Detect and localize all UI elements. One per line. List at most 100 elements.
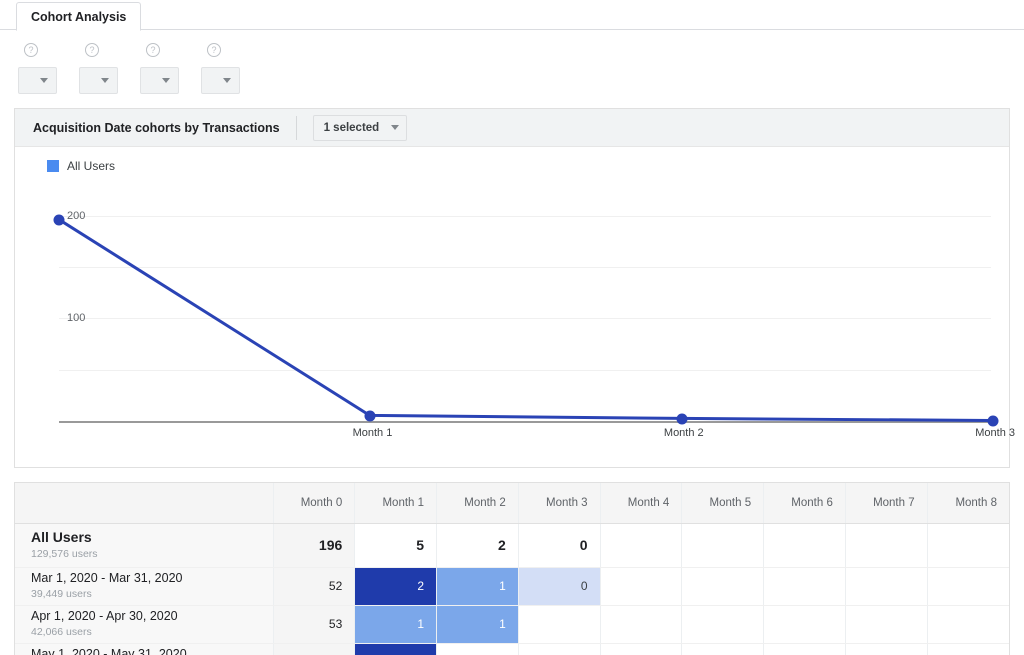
chart-data-point[interactable]	[676, 413, 688, 425]
cohort-value-cell: 2	[354, 643, 437, 655]
column-header-month-7[interactable]: Month 7	[844, 483, 928, 524]
chart-plot-area: 200 100 Month 1 Month 2 Month 3	[53, 183, 1015, 441]
cohort-value-cell	[599, 605, 682, 644]
control-date-range: ?	[201, 42, 240, 94]
dropdown-cohort-type[interactable]	[18, 67, 57, 94]
cohort-value-cell: 2	[354, 567, 437, 606]
cohort-value-cell	[681, 523, 764, 568]
cohort-value-cell	[926, 567, 1009, 606]
column-header-month-8[interactable]: Month 8	[926, 483, 1009, 524]
segment-selector-label: 1 selected	[323, 121, 380, 134]
table-row: May 1, 2020 - May 31, 202048,061 users91…	[15, 643, 1009, 655]
segment-selector[interactable]: 1 selected	[312, 114, 408, 141]
cohort-value-cell	[681, 605, 764, 644]
cohort-label-cell: All Users 129,576 users	[15, 523, 273, 568]
table-body: All Users 129,576 users 196 5 2 0 Mar 1, 2020 …	[15, 523, 1009, 655]
cohort-value-cell	[599, 567, 682, 606]
column-header-month-3[interactable]: Month 3	[517, 483, 601, 524]
cohort-user-count: 129,576 users	[31, 548, 98, 561]
cohort-value-cell: 0	[517, 523, 601, 568]
control-cohort-size: ?	[79, 42, 118, 94]
cohort-value-cell	[517, 643, 601, 655]
cohort-value-cell: 2	[436, 523, 519, 568]
cohort-value-cell	[681, 643, 764, 655]
cohort-value-cell: 196	[272, 523, 355, 568]
tab-bar: Cohort Analysis	[0, 0, 1024, 31]
cohort-user-count: 39,449 users	[31, 588, 92, 601]
cohort-name: May 1, 2020 - May 31, 2020	[31, 646, 187, 655]
help-icon[interactable]: ?	[85, 43, 99, 57]
x-axis-tick-label: Month 1	[352, 427, 393, 439]
chart-panel-header: Acquisition Date cohorts by Transactions…	[15, 109, 1009, 147]
column-header-month-6[interactable]: Month 6	[763, 483, 846, 524]
cohort-value-cell: 1	[436, 567, 519, 606]
cohort-value-cell	[436, 643, 519, 655]
x-axis-tick-label: Month 2	[663, 427, 704, 439]
cohort-value-cell	[599, 643, 682, 655]
control-metric: ?	[140, 42, 179, 94]
chart-title: Acquisition Date cohorts by Transactions	[33, 120, 280, 135]
legend-label-all-users: All Users	[67, 159, 116, 173]
tab-cohort-analysis[interactable]: Cohort Analysis	[16, 2, 142, 31]
help-icon[interactable]: ?	[24, 43, 38, 57]
cohort-value-cell	[844, 567, 928, 606]
dropdown-cohort-size[interactable]	[79, 67, 118, 94]
dropdown-date-range[interactable]	[201, 67, 240, 94]
chart-panel: Acquisition Date cohorts by Transactions…	[14, 108, 1015, 468]
tab-label: Cohort Analysis	[31, 9, 127, 24]
column-header-month-5[interactable]: Month 5	[681, 483, 764, 524]
cohort-name: Apr 1, 2020 - Apr 30, 2020	[31, 608, 178, 623]
x-axis-tick-label: Month 3	[975, 427, 1015, 439]
cohort-value-cell: 53	[272, 605, 355, 644]
divider	[295, 115, 297, 140]
table-row: Apr 1, 2020 - Apr 30, 2020 42,066 users 53…	[15, 605, 1009, 644]
cohort-label-cell: Mar 1, 2020 - Mar 31, 2020 39,449 users	[15, 567, 273, 606]
chart-line-all-users	[58, 218, 991, 422]
cohort-user-count: 42,066 users	[31, 626, 92, 639]
cohort-value-cell	[763, 605, 846, 644]
column-header-label[interactable]	[15, 483, 273, 524]
table-header-row: Month 0 Month 1 Month 2 Month 3 Month 4 Month…	[15, 483, 1009, 524]
cohort-value-cell: 52	[272, 567, 355, 606]
column-header-month-0[interactable]: Month 0	[272, 483, 355, 524]
legend-swatch-all-users	[47, 160, 59, 172]
cohort-value-cell	[763, 567, 846, 606]
cohort-value-cell	[681, 567, 764, 606]
cohort-name: Mar 1, 2020 - Mar 31, 2020	[31, 570, 183, 585]
cohort-value-cell	[763, 643, 846, 655]
help-icon[interactable]: ?	[146, 43, 160, 57]
help-icon[interactable]: ?	[207, 43, 221, 57]
control-cohort-type: ?	[18, 42, 57, 94]
column-header-month-1[interactable]: Month 1	[354, 483, 437, 524]
table-summary-row: All Users 129,576 users 196 5 2 0	[15, 523, 1009, 568]
controls-row: ????	[0, 30, 1024, 108]
control-label-date-range: ?	[201, 42, 240, 58]
chart-data-point[interactable]	[53, 214, 65, 226]
cohort-value-cell	[844, 605, 928, 644]
cohort-label-cell: Apr 1, 2020 - Apr 30, 2020 42,066 users	[15, 605, 273, 644]
chevron-down-icon	[223, 78, 231, 83]
cohort-value-cell: 91	[272, 643, 355, 655]
chart-body: All Users 200 100 Month 1 Month 2 Month 3	[15, 147, 1015, 467]
column-header-month-4[interactable]: Month 4	[599, 483, 682, 524]
cohort-value-cell	[926, 605, 1009, 644]
control-label-cohort-size: ?	[79, 42, 118, 58]
cohort-name: All Users	[31, 528, 92, 545]
cohort-value-cell	[599, 523, 682, 568]
chart-data-point[interactable]	[364, 410, 376, 422]
cohort-table-wrapper: Month 0 Month 1 Month 2 Month 3 Month 4 Month…	[14, 482, 1010, 655]
cohort-label-cell: May 1, 2020 - May 31, 202048,061 users	[15, 643, 273, 655]
chevron-down-icon	[101, 78, 109, 83]
cohort-value-cell	[763, 523, 846, 568]
chart-data-point[interactable]	[987, 415, 999, 427]
control-label-cohort-type: ?	[18, 42, 57, 58]
chevron-down-icon	[391, 125, 400, 130]
chart-legend: All Users	[15, 159, 1009, 173]
column-header-month-2[interactable]: Month 2	[436, 483, 519, 524]
dropdown-metric[interactable]	[140, 67, 179, 94]
table-row: Mar 1, 2020 - Mar 31, 2020 39,449 users 52…	[15, 567, 1009, 606]
cohort-value-cell	[926, 523, 1009, 568]
cohort-value-cell: 5	[354, 523, 437, 568]
cohort-value-cell: 1	[354, 605, 437, 644]
cohort-value-cell	[517, 605, 601, 644]
